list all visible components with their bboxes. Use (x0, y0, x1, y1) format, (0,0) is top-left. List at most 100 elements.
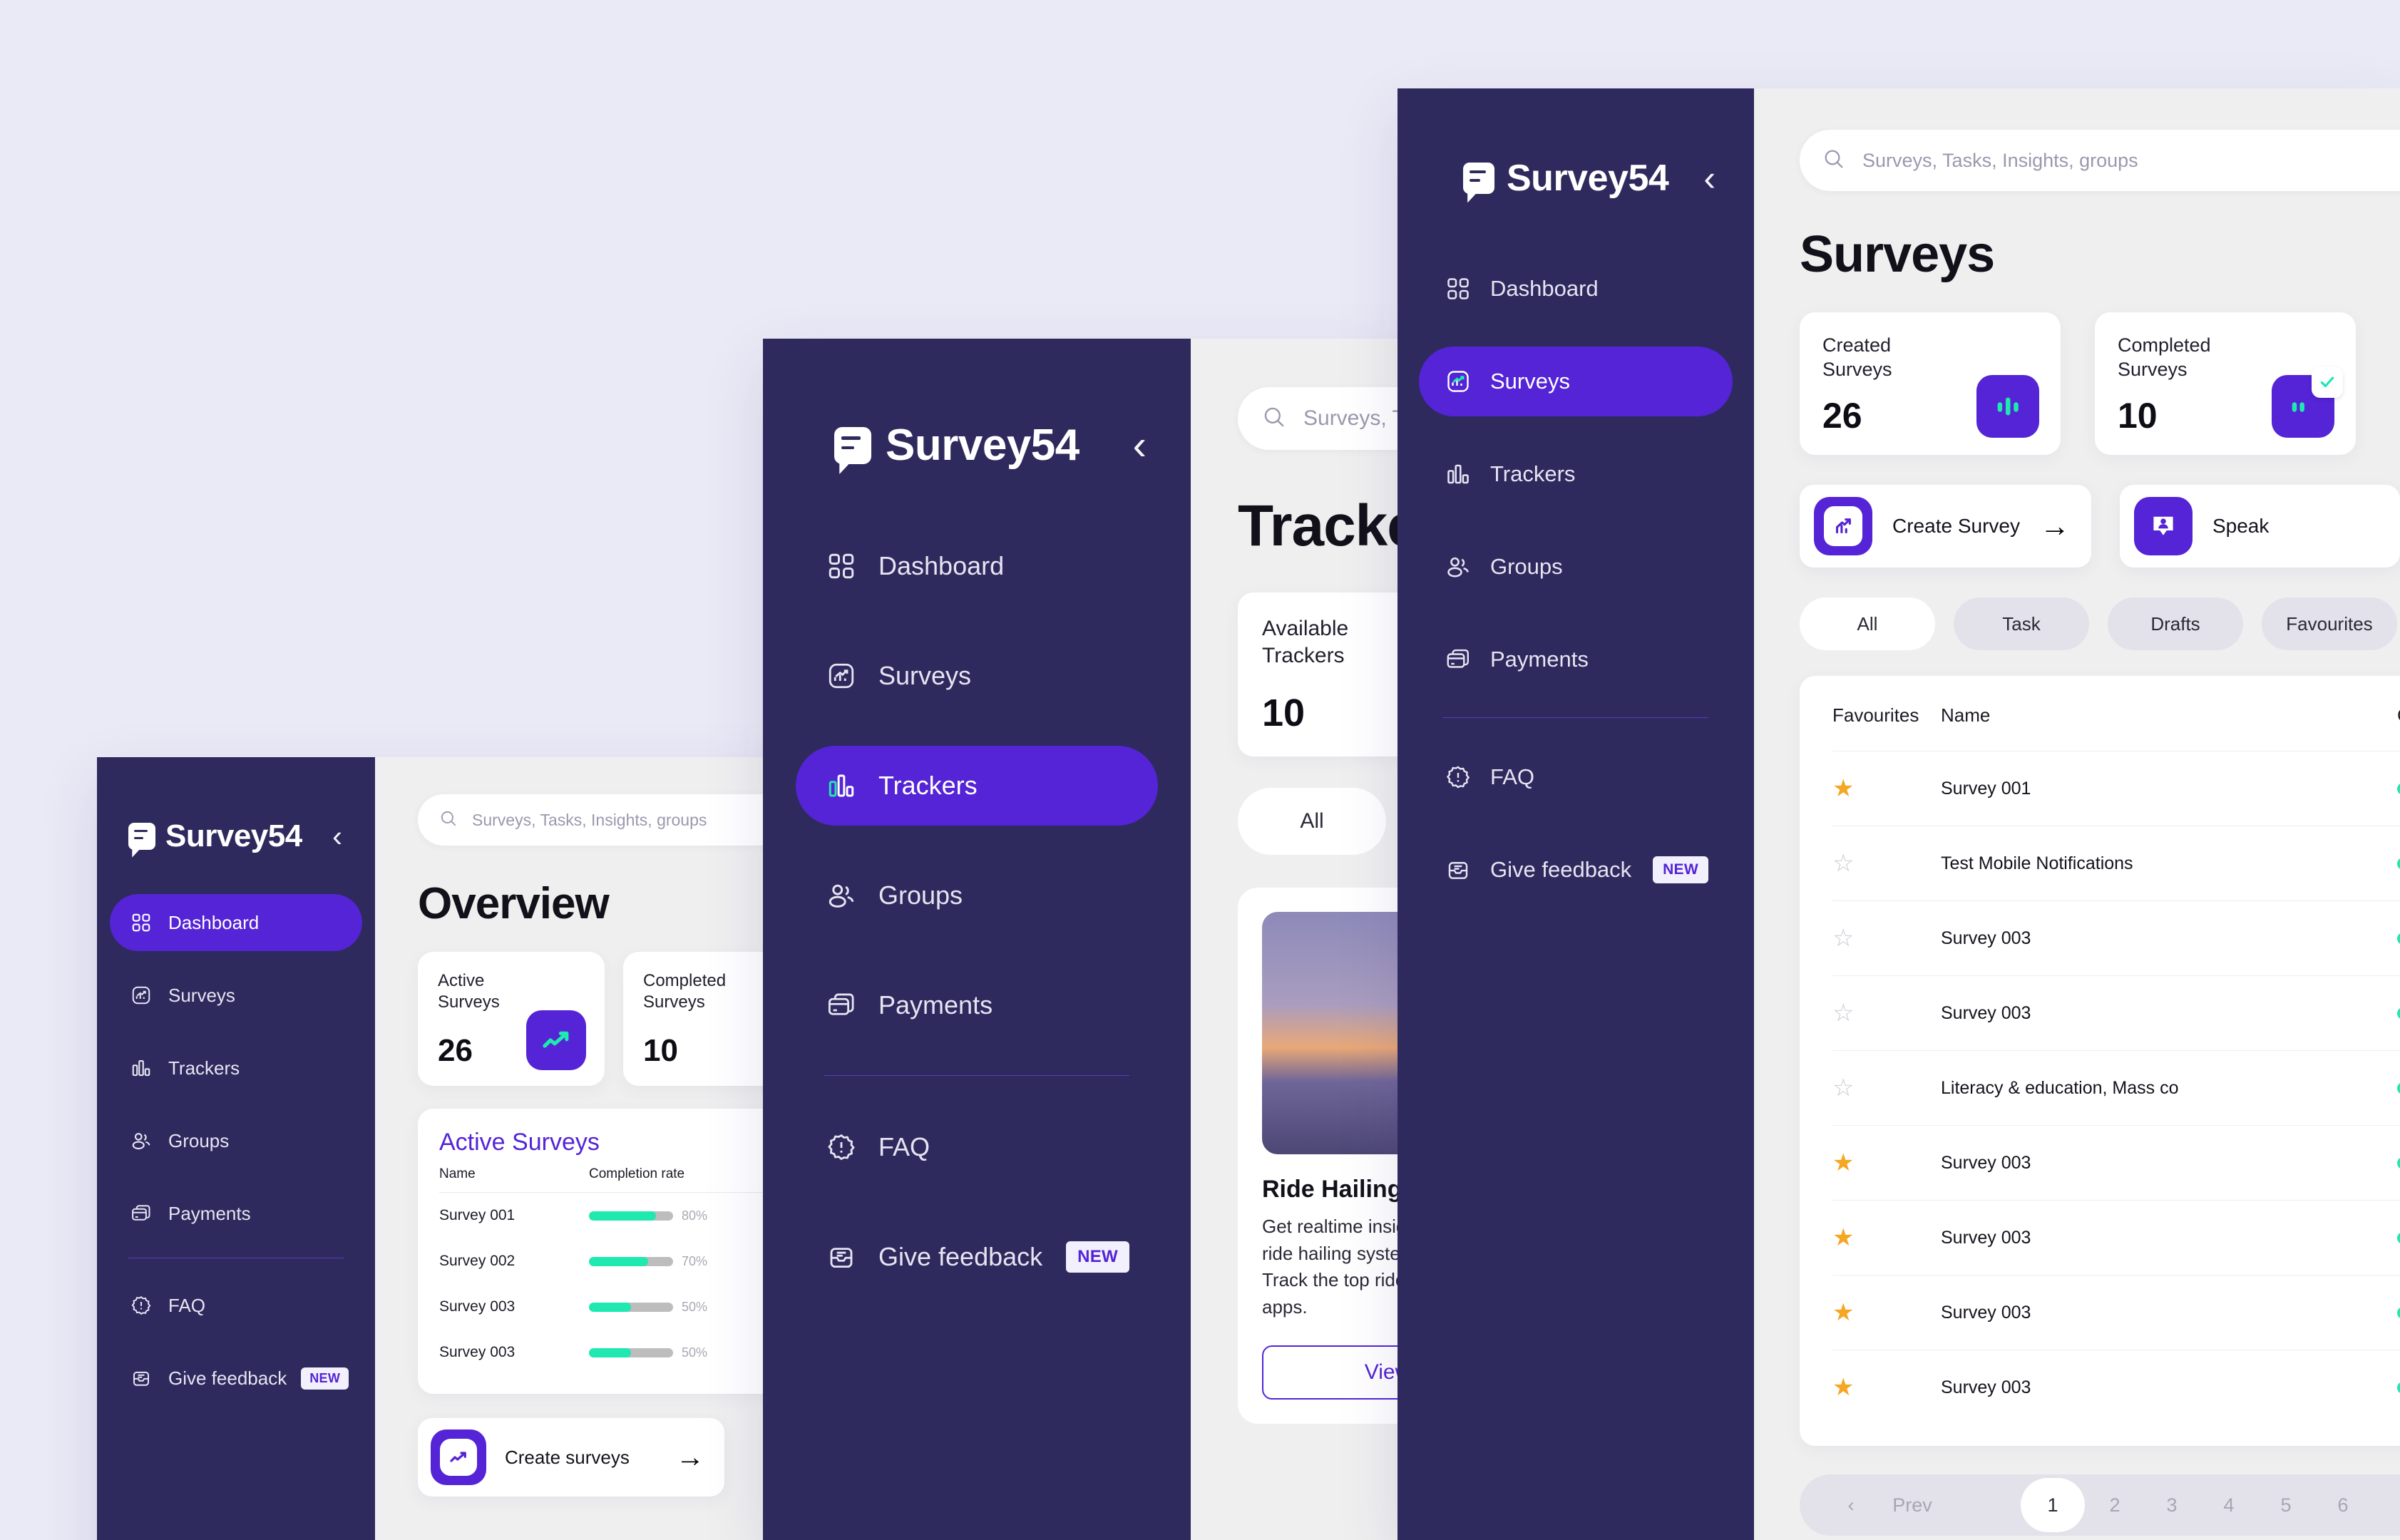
col-name: Name (1941, 704, 1991, 726)
pagination-page-4[interactable]: 4 (2202, 1478, 2256, 1532)
table-row[interactable]: ★ Survey 001 80% (1832, 751, 2400, 826)
cell-completion-rate: 50% (2397, 1079, 2400, 1097)
pagination-prev[interactable]: ‹ Prev (1824, 1478, 1939, 1532)
grid-icon (1443, 274, 1473, 304)
sidebar-item-payments[interactable]: Payments (1419, 625, 1733, 694)
speak-button[interactable]: Speak (2119, 485, 2400, 568)
pagination-page-1[interactable]: 1 (2021, 1478, 2085, 1532)
grid-icon (128, 910, 154, 935)
favourite-toggle[interactable]: ★ (1832, 774, 1941, 803)
chevron-left-icon[interactable]: ‹ (332, 821, 342, 851)
sidebar-item-trackers[interactable]: Trackers (796, 746, 1158, 826)
sidebar-item-faq[interactable]: FAQ (796, 1107, 1158, 1187)
cell-name: Survey 003 (439, 1344, 516, 1360)
check-badge-icon (2272, 366, 2343, 438)
badge-exclamation-icon (824, 1130, 858, 1164)
table-row[interactable]: ☆ Survey 003 50% (1832, 900, 2400, 975)
table-row[interactable]: ★ Survey 003 50% (1832, 1350, 2400, 1424)
chart-up-box-icon (128, 982, 154, 1008)
sidebar-item-give-feedback[interactable]: Give feedback NEW (796, 1217, 1158, 1297)
star-icon: ☆ (1832, 850, 1855, 877)
sidebar-item-payments[interactable]: Payments (796, 965, 1158, 1045)
trend-up-icon (431, 1429, 486, 1485)
brand-row: Survey54 ‹ (763, 420, 1191, 471)
progress-bar (2397, 857, 2400, 870)
sidebar-item-trackers[interactable]: Trackers (110, 1040, 362, 1097)
search-placeholder: Surveys, Tasks, Insights, groups (472, 810, 707, 829)
search-input[interactable]: Surveys, Tasks, Insights, groups (1800, 130, 2400, 191)
sidebar-label: Trackers (878, 771, 978, 800)
favourite-toggle[interactable]: ☆ (1832, 999, 1941, 1027)
sidebar-item-trackers[interactable]: Trackers (1419, 439, 1733, 509)
page-title: Surveys (1800, 226, 1995, 283)
favourite-toggle[interactable]: ☆ (1832, 849, 1941, 878)
table-title: Active Surveys (439, 1129, 600, 1156)
bar-chart-icon (1443, 459, 1473, 489)
sidebar-item-surveys[interactable]: Surveys (1419, 346, 1733, 416)
favourite-toggle[interactable]: ★ (1832, 1149, 1941, 1177)
sidebar-item-groups[interactable]: Groups (796, 856, 1158, 935)
favourite-toggle[interactable]: ★ (1832, 1223, 1941, 1252)
sidebar-item-dashboard[interactable]: Dashboard (110, 894, 362, 951)
chip-all[interactable]: All (1800, 597, 1935, 650)
sidebar-item-faq[interactable]: FAQ (1419, 742, 1733, 812)
chip-all[interactable]: All (1238, 788, 1386, 855)
page-title: Overview (418, 879, 610, 928)
sidebar-item-dashboard[interactable]: Dashboard (796, 526, 1158, 606)
pagination: ‹Prev 123456 Next› (1800, 1474, 2400, 1536)
table-row[interactable]: ★ Survey 003 50% (1832, 1275, 2400, 1350)
chevron-left-icon[interactable]: ‹ (1703, 160, 1716, 196)
table-row[interactable]: Survey 00350%53 (439, 1284, 810, 1330)
sidebar-overview: Survey54 ‹ Dashboard Surveys Trackers Gr… (97, 757, 375, 1540)
favourite-toggle[interactable]: ★ (1832, 1373, 1941, 1402)
cell-name: Survey 003 (1941, 928, 2031, 948)
progress-bar (2397, 1082, 2400, 1094)
stat-value: 26 (438, 1033, 473, 1068)
pagination-page-2[interactable]: 2 (2088, 1478, 2142, 1532)
cell-name: Survey 002 (439, 1253, 516, 1269)
favourite-toggle[interactable]: ☆ (1832, 1074, 1941, 1102)
sidebar-label: Payments (1490, 647, 1589, 672)
table-row[interactable]: ★ Survey 003 50% (1832, 1125, 2400, 1200)
table-row[interactable]: Survey 00180%113 (439, 1193, 810, 1238)
search-icon (439, 809, 458, 831)
pagination-page-3[interactable]: 3 (2145, 1478, 2199, 1532)
sidebar-label: Trackers (168, 1057, 240, 1079)
progress-bar (2397, 932, 2400, 945)
sidebar-item-groups[interactable]: Groups (110, 1112, 362, 1169)
table-row[interactable]: ★ Survey 003 50% (1832, 1200, 2400, 1275)
star-icon: ★ (1832, 1224, 1855, 1251)
action-cards: Create Survey → Speak (1800, 485, 2400, 568)
sidebar-item-give-feedback[interactable]: Give feedback NEW (110, 1350, 362, 1407)
sidebar-item-dashboard[interactable]: Dashboard (1419, 254, 1733, 324)
chevron-left-icon[interactable]: ‹ (1133, 424, 1147, 466)
table-row[interactable]: ☆ Survey 003 50% (1832, 975, 2400, 1050)
chip-favourites[interactable]: Favourites (2262, 597, 2397, 650)
table-row[interactable]: Survey 00350%53 (439, 1330, 810, 1375)
sidebar-item-faq[interactable]: FAQ (110, 1277, 362, 1334)
star-icon: ☆ (1832, 925, 1855, 952)
table-row[interactable]: Survey 00270%78 (439, 1238, 810, 1284)
search-input[interactable]: Surveys, Tasks, Insights, groups (418, 794, 810, 846)
pagination-page-6[interactable]: 6 (2316, 1478, 2370, 1532)
sidebar-item-payments[interactable]: Payments (110, 1185, 362, 1242)
table-row[interactable]: ☆ Test Mobile Notifications 70% (1832, 826, 2400, 900)
favourite-toggle[interactable]: ☆ (1832, 924, 1941, 953)
create-survey-button[interactable]: Create Survey → (1800, 485, 2091, 568)
credit-card-icon (128, 1201, 154, 1226)
sidebar-label: Dashboard (168, 911, 260, 933)
table-row[interactable]: ☆ Literacy & education, Mass co 50% (1832, 1050, 2400, 1125)
chip-drafts[interactable]: Drafts (2108, 597, 2243, 650)
sidebar-item-surveys[interactable]: Surveys (796, 636, 1158, 716)
sidebar-item-give-feedback[interactable]: Give feedback NEW (1419, 835, 1733, 905)
pagination-page-5[interactable]: 5 (2259, 1478, 2313, 1532)
brand-row: Survey54 ‹ (97, 818, 375, 854)
sidebar-item-surveys[interactable]: Surveys (110, 967, 362, 1024)
sidebar-label: Groups (168, 1129, 230, 1151)
chip-task[interactable]: Task (1954, 597, 2089, 650)
create-surveys-button[interactable]: Create surveys → (418, 1418, 724, 1497)
stat-value: 10 (1262, 692, 1306, 734)
sidebar-item-groups[interactable]: Groups (1419, 532, 1733, 602)
cell-name: Survey 003 (1941, 1377, 2031, 1397)
favourite-toggle[interactable]: ★ (1832, 1298, 1941, 1327)
